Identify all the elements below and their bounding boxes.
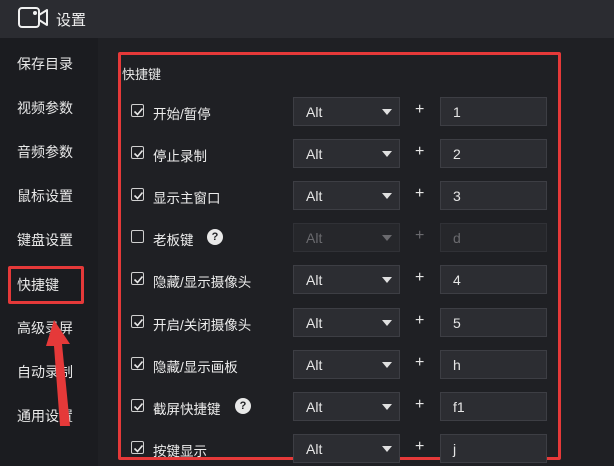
caret-down-icon <box>382 193 392 199</box>
shortcut-label: 开始/暂停 <box>153 107 211 122</box>
checkbox[interactable] <box>131 146 144 159</box>
checkmark-icon <box>133 275 144 284</box>
modifier-select[interactable]: Alt <box>293 97 400 126</box>
plus-sign: + <box>415 227 425 244</box>
key-input[interactable]: j <box>440 434 547 463</box>
caret-down-icon <box>382 404 392 410</box>
checkbox[interactable] <box>131 315 144 328</box>
shortcut-row-stop-recording: 停止录制 Alt + 2 <box>0 139 614 169</box>
key-value: 3 <box>453 188 461 204</box>
shortcut-label: 隐藏/显示画板 <box>153 360 238 375</box>
checkbox[interactable] <box>131 272 144 285</box>
modifier-value: Alt <box>306 399 323 415</box>
key-input[interactable]: 4 <box>440 265 547 294</box>
modifier-value: Alt <box>306 315 323 331</box>
shortcut-row-toggle-camera: 开启/关闭摄像头 Alt + 5 <box>0 308 614 338</box>
plus-sign: + <box>415 101 425 118</box>
checkbox[interactable] <box>131 104 144 117</box>
caret-down-icon <box>382 277 392 283</box>
modifier-select[interactable]: Alt <box>293 139 400 168</box>
caret-down-icon <box>382 446 392 452</box>
key-value: j <box>453 441 457 457</box>
checkmark-icon <box>133 107 144 116</box>
modifier-select[interactable]: Alt <box>293 434 400 463</box>
checkmark-icon <box>133 402 144 411</box>
checkbox[interactable] <box>131 399 144 412</box>
key-value: 1 <box>453 104 461 120</box>
shortcut-row-boss-key: 老板键 ? Alt + d <box>0 223 614 253</box>
shortcut-row-toggle-drawing-board: 隐藏/显示画板 Alt + h <box>0 350 614 380</box>
modifier-select[interactable]: Alt <box>293 350 400 379</box>
checkbox[interactable] <box>131 357 144 370</box>
shortcut-label: 开启/关闭摄像头 <box>153 318 252 333</box>
shortcut-row-screenshot: 截屏快捷键 ? Alt + f1 <box>0 392 614 422</box>
caret-down-icon <box>382 362 392 368</box>
shortcut-label: 老板键 <box>153 233 194 248</box>
help-icon[interactable]: ? <box>235 398 251 414</box>
caret-down-icon <box>382 320 392 326</box>
caret-down-icon <box>382 151 392 157</box>
caret-down-icon <box>382 235 392 241</box>
plus-sign: + <box>415 269 425 286</box>
checkbox[interactable] <box>131 441 144 454</box>
sidebar-item-save-directory[interactable]: 保存目录 <box>8 45 87 83</box>
checkmark-icon <box>133 191 144 200</box>
checkmark-icon <box>133 444 144 453</box>
checkbox[interactable] <box>131 230 144 243</box>
key-value: f1 <box>453 399 465 415</box>
key-value: d <box>453 230 461 246</box>
key-input: d <box>440 223 547 252</box>
key-input[interactable]: 3 <box>440 181 547 210</box>
key-value: 5 <box>453 315 461 331</box>
modifier-value: Alt <box>306 104 323 120</box>
shortcut-row-toggle-camera-visibility: 隐藏/显示摄像头 Alt + 4 <box>0 265 614 295</box>
key-value: 2 <box>453 146 461 162</box>
shortcut-row-start-pause: 开始/暂停 Alt + 1 <box>0 97 614 127</box>
plus-sign: + <box>415 438 425 455</box>
modifier-value: Alt <box>306 230 323 246</box>
modifier-select[interactable]: Alt <box>293 181 400 210</box>
title-bar: 设置 <box>0 0 614 38</box>
checkmark-icon <box>133 318 144 327</box>
checkmark-icon <box>133 360 144 369</box>
key-input[interactable]: 1 <box>440 97 547 126</box>
key-input[interactable]: 2 <box>440 139 547 168</box>
window-title: 设置 <box>56 12 87 29</box>
checkmark-icon <box>133 149 144 158</box>
checkbox[interactable] <box>131 188 144 201</box>
section-title: 快捷键 <box>122 67 162 82</box>
modifier-select[interactable]: Alt <box>293 308 400 337</box>
modifier-value: Alt <box>306 441 323 457</box>
shortcut-label: 按键显示 <box>153 444 207 459</box>
plus-sign: + <box>415 354 425 371</box>
key-value: h <box>453 357 461 373</box>
plus-sign: + <box>415 185 425 202</box>
help-icon[interactable]: ? <box>207 229 223 245</box>
video-camera-icon <box>18 7 48 28</box>
plus-sign: + <box>415 312 425 329</box>
shortcut-label: 截屏快捷键 <box>153 402 221 417</box>
shortcut-label: 隐藏/显示摄像头 <box>153 275 252 290</box>
modifier-value: Alt <box>306 357 323 373</box>
modifier-select[interactable]: Alt <box>293 392 400 421</box>
modifier-select[interactable]: Alt <box>293 265 400 294</box>
key-input[interactable]: f1 <box>440 392 547 421</box>
modifier-value: Alt <box>306 146 323 162</box>
plus-sign: + <box>415 143 425 160</box>
modifier-value: Alt <box>306 188 323 204</box>
plus-sign: + <box>415 396 425 413</box>
modifier-select: Alt <box>293 223 400 252</box>
caret-down-icon <box>382 109 392 115</box>
shortcut-row-key-display: 按键显示 Alt + j <box>0 434 614 464</box>
key-input[interactable]: 5 <box>440 308 547 337</box>
shortcut-row-show-main-window: 显示主窗口 Alt + 3 <box>0 181 614 211</box>
shortcut-label: 停止录制 <box>153 149 207 164</box>
modifier-value: Alt <box>306 272 323 288</box>
key-input[interactable]: h <box>440 350 547 379</box>
shortcut-label: 显示主窗口 <box>153 191 221 206</box>
key-value: 4 <box>453 272 461 288</box>
